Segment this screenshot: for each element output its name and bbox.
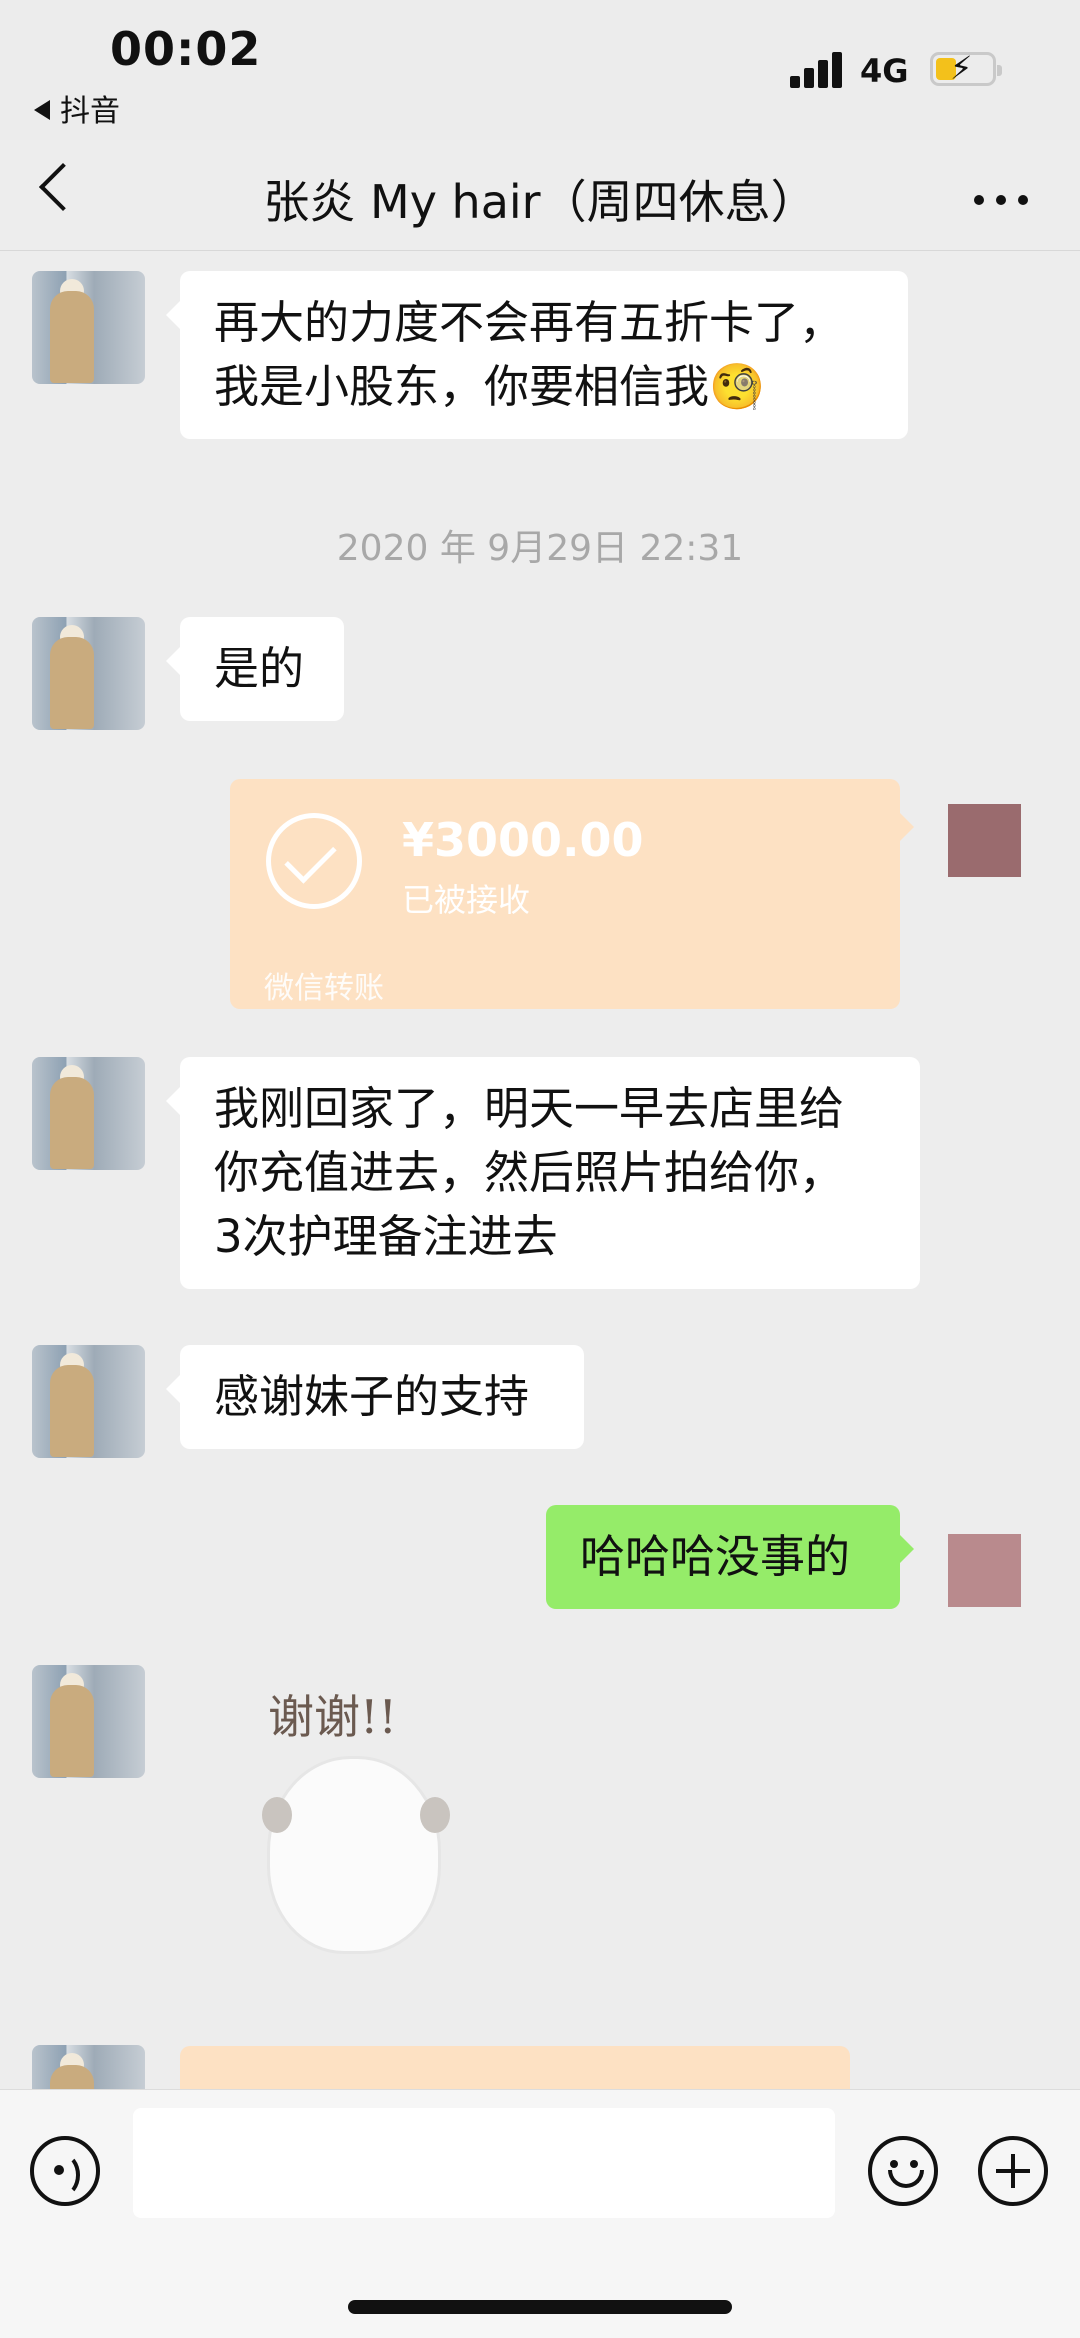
contact-avatar[interactable] (32, 271, 145, 384)
self-avatar[interactable] (948, 804, 1021, 877)
thanks-sticker[interactable]: 谢谢!! (242, 1681, 472, 2001)
chat-messages[interactable]: 再大的力度不会再有五折卡了， 我是小股东，你要相信我🧐 2020 年 9月29日… (0, 251, 1080, 2089)
self-avatar[interactable] (948, 1534, 1021, 1607)
chat-header: 张炎 My hair（周四休息） (0, 140, 1080, 251)
message-timestamp: 2020 年 9月29日 22:31 (336, 528, 744, 569)
contact-avatar[interactable] (32, 2045, 145, 2089)
home-indicator (348, 2300, 732, 2314)
message-bubble[interactable]: 是的 (166, 617, 344, 721)
input-bar (0, 2089, 1080, 2338)
status-bar: 00:02 抖音 4G ⚡ (0, 0, 1080, 140)
contact-avatar[interactable] (32, 617, 145, 730)
sticker-caption: 谢谢!! (268, 1690, 397, 1744)
contact-avatar[interactable] (32, 1057, 145, 1170)
signal-icon (790, 48, 846, 88)
contact-avatar[interactable] (32, 1345, 145, 1458)
transfer-card[interactable]: ¥3000.00 已被接收 微信转账 (230, 779, 914, 1009)
voice-icon[interactable] (30, 2136, 100, 2206)
message-bubble-sent[interactable]: 哈哈哈没事的 (546, 1505, 914, 1609)
message-bubble[interactable]: 再大的力度不会再有五折卡了， 我是小股东，你要相信我🧐 (166, 271, 908, 439)
back-to-app-link[interactable]: 抖音 (34, 86, 120, 130)
message-bubble[interactable]: 感谢妹子的支持 (166, 1345, 584, 1449)
contact-avatar[interactable] (32, 1665, 145, 1778)
status-time: 00:02 (110, 22, 262, 76)
sticker-ear (420, 1797, 450, 1833)
more-options-icon[interactable] (974, 190, 1040, 209)
emoji-icon[interactable] (868, 2136, 938, 2206)
plus-icon[interactable] (978, 2136, 1048, 2206)
transfer-status: 已被接收 (402, 881, 531, 919)
sticker-ear (262, 1797, 292, 1833)
cat-sticker-icon (270, 1759, 438, 1951)
partial-transfer-card[interactable] (180, 2046, 850, 2089)
back-app-label: 抖音 (60, 94, 120, 129)
back-triangle-icon (34, 100, 50, 120)
message-bubble[interactable]: 我刚回家了，明天一早去店里给 你充值进去，然后照片拍给你， 3次护理备注进去 (166, 1057, 920, 1289)
network-label: 4G (860, 52, 909, 90)
chat-title: 张炎 My hair（周四休息） (263, 175, 817, 229)
battery-icon: ⚡ (930, 51, 1002, 86)
transfer-footer: 微信转账 (264, 971, 384, 1006)
message-input[interactable] (133, 2108, 835, 2218)
check-circle-icon (266, 813, 362, 909)
transfer-amount: ¥3000.00 (402, 813, 644, 867)
